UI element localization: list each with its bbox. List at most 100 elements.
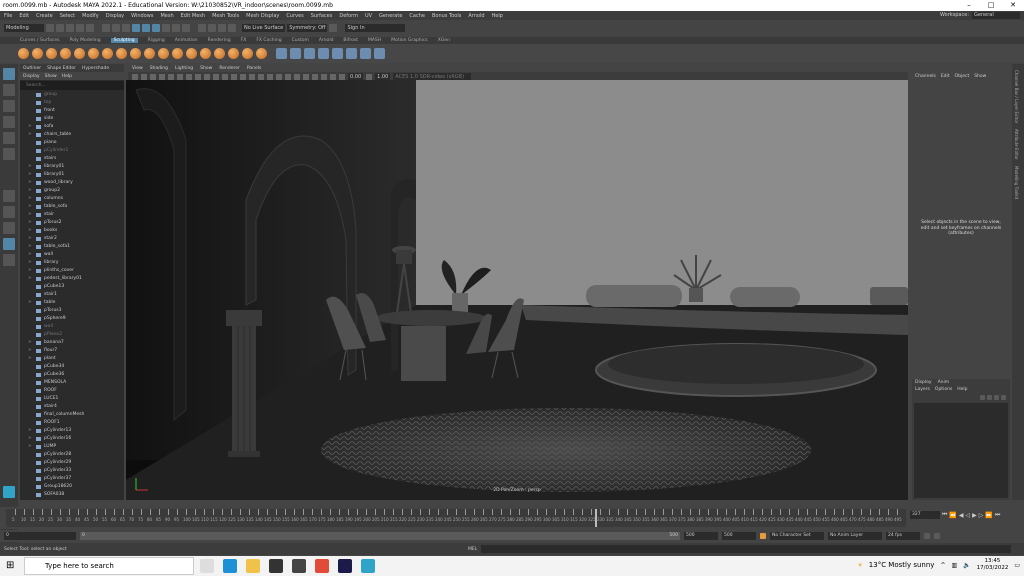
outliner-item[interactable]: pSphere9	[28, 315, 124, 323]
shelf-tab[interactable]: MASH	[368, 38, 381, 43]
wireframe-icon[interactable]	[222, 73, 228, 80]
layer-menu-layers[interactable]: Layers	[915, 387, 930, 392]
channel-menu-edit[interactable]: Edit	[941, 74, 950, 79]
depth-of-field-icon[interactable]	[303, 73, 309, 80]
gamma-icon[interactable]	[366, 73, 373, 80]
select-tool-icon[interactable]	[3, 68, 15, 80]
motion-blur-icon[interactable]	[285, 73, 291, 80]
outliner-item[interactable]: pCube13	[28, 283, 124, 291]
save-scene-icon[interactable]	[66, 23, 74, 32]
shelf-tab[interactable]: Arnold	[319, 38, 334, 43]
live-surface-field[interactable]: No Live Surface	[242, 23, 286, 32]
pinch-tool-icon[interactable]	[74, 48, 85, 59]
viewport-menu-panels[interactable]: Panels	[247, 66, 261, 71]
tab-shape-editor[interactable]: Shape Editor	[47, 66, 76, 71]
open-scene-icon[interactable]	[56, 23, 64, 32]
step-forward-icon[interactable]: ▷	[979, 512, 984, 519]
paint-select-icon[interactable]	[3, 100, 15, 112]
outliner-item[interactable]: + banana7	[28, 339, 124, 347]
hypershade-icon[interactable]	[228, 23, 236, 32]
smear-tool-icon[interactable]	[214, 48, 225, 59]
symmetry-dropdown[interactable]: Symmetry: Off	[287, 23, 328, 32]
image-plane-icon[interactable]	[159, 73, 165, 80]
layer-menu-help[interactable]: Help	[957, 387, 967, 392]
xray-icon[interactable]	[321, 73, 327, 80]
pick-mask-icon[interactable]	[132, 23, 140, 32]
app-icon[interactable]	[292, 559, 306, 573]
scale-tool-icon[interactable]	[3, 148, 15, 160]
network-icon[interactable]: ▥	[951, 562, 957, 569]
outliner-item[interactable]: + sofa	[28, 123, 124, 131]
outliner-item[interactable]: LUCE1	[28, 395, 124, 403]
sign-in-button[interactable]: Sign In	[345, 23, 406, 32]
step-back-key-icon[interactable]: ⏪	[949, 512, 956, 519]
shelf-tab[interactable]: Rigging	[148, 38, 165, 43]
shelf-tab[interactable]: Motion Graphics	[391, 38, 428, 43]
range-bar[interactable]: 0 500	[80, 532, 680, 540]
outliner-item[interactable]: + chairs_table	[28, 131, 124, 139]
grid-icon[interactable]	[168, 73, 174, 80]
bulge-tool-icon[interactable]	[228, 48, 239, 59]
menu-surfaces[interactable]: Surfaces	[311, 13, 333, 19]
file-explorer-icon[interactable]	[246, 559, 260, 573]
film-gate-icon[interactable]	[177, 73, 183, 80]
menu-curves[interactable]: Curves	[286, 13, 303, 19]
shelf-tab[interactable]: XGen	[438, 38, 450, 43]
step-forward-key-icon[interactable]: ⏩	[985, 512, 992, 519]
weather-text[interactable]: 13°C Mostly sunny	[869, 561, 935, 569]
current-frame-field[interactable]: 327	[910, 511, 940, 519]
snap-grid-icon[interactable]	[142, 23, 150, 32]
sculpt-settings-icon[interactable]	[374, 48, 385, 59]
shelf-tab[interactable]: Curves / Surfaces	[20, 38, 60, 43]
perspective-viewport[interactable]: 2D Pan/Zoom : persp	[126, 80, 908, 500]
expand-icon[interactable]: +	[28, 227, 33, 235]
workspace-dropdown[interactable]: General	[972, 12, 1020, 19]
maximize-icon[interactable]: □	[980, 0, 1002, 11]
shelf-tab[interactable]: FX Caching	[256, 38, 281, 43]
shelf-tab[interactable]: Poly Modeling	[70, 38, 101, 43]
menu-mesh-display[interactable]: Mesh Display	[246, 13, 279, 19]
expand-icon[interactable]: +	[28, 219, 33, 227]
safe-action-icon[interactable]	[213, 73, 219, 80]
shelf-tab[interactable]: Animation	[175, 38, 198, 43]
backface-culling-icon[interactable]	[339, 73, 345, 80]
outliner-item[interactable]: + group2	[28, 187, 124, 195]
expand-icon[interactable]: +	[28, 355, 33, 363]
edge-icon[interactable]	[223, 559, 237, 573]
field-chart-icon[interactable]	[204, 73, 210, 80]
move-layer-down-icon[interactable]	[987, 395, 992, 400]
outliner-item[interactable]: + pedest_library01	[28, 275, 124, 283]
menu-deform[interactable]: Deform	[339, 13, 358, 19]
spray-tool-icon[interactable]	[116, 48, 127, 59]
play-forward-icon[interactable]: ▶	[972, 512, 977, 519]
sculpt-tool-icon[interactable]	[18, 48, 29, 59]
outliner-item[interactable]: MENSOLA	[28, 379, 124, 387]
outliner-item[interactable]: + table	[28, 299, 124, 307]
go-to-end-icon[interactable]: ⏭	[995, 511, 1000, 519]
flatten-tool-icon[interactable]	[88, 48, 99, 59]
taskbar-search-input[interactable]: Type here to search	[24, 557, 194, 575]
menu-modify[interactable]: Modify	[82, 13, 99, 19]
menu-display[interactable]: Display	[106, 13, 124, 19]
four-view-icon[interactable]	[3, 206, 15, 218]
menu-windows[interactable]: Windows	[131, 13, 153, 19]
outliner-item[interactable]: Group18620	[28, 483, 124, 491]
outliner-item[interactable]: top	[28, 99, 124, 107]
select-hierarchy-icon[interactable]	[102, 23, 110, 32]
foamy-tool-icon[interactable]	[102, 48, 113, 59]
outliner-menu-help[interactable]: Help	[62, 74, 72, 79]
snap-surface-icon[interactable]	[182, 23, 190, 32]
outliner-item[interactable]: + wood_library	[28, 179, 124, 187]
xray-joints-icon[interactable]	[330, 73, 336, 80]
knife-tool-icon[interactable]	[200, 48, 211, 59]
expand-icon[interactable]: +	[28, 211, 33, 219]
rotate-tool-icon[interactable]	[3, 132, 15, 144]
auto-key-icon[interactable]	[924, 533, 930, 539]
volume-icon[interactable]: 🔈	[963, 562, 970, 569]
scrape-tool-icon[interactable]	[172, 48, 183, 59]
expand-icon[interactable]: +	[28, 235, 33, 243]
character-set-dropdown[interactable]: No Character Set	[770, 532, 824, 540]
outliner-item[interactable]: pCube34	[28, 363, 124, 371]
viewport-menu-lighting[interactable]: Lighting	[175, 66, 193, 71]
outliner-item[interactable]: group	[28, 91, 124, 99]
